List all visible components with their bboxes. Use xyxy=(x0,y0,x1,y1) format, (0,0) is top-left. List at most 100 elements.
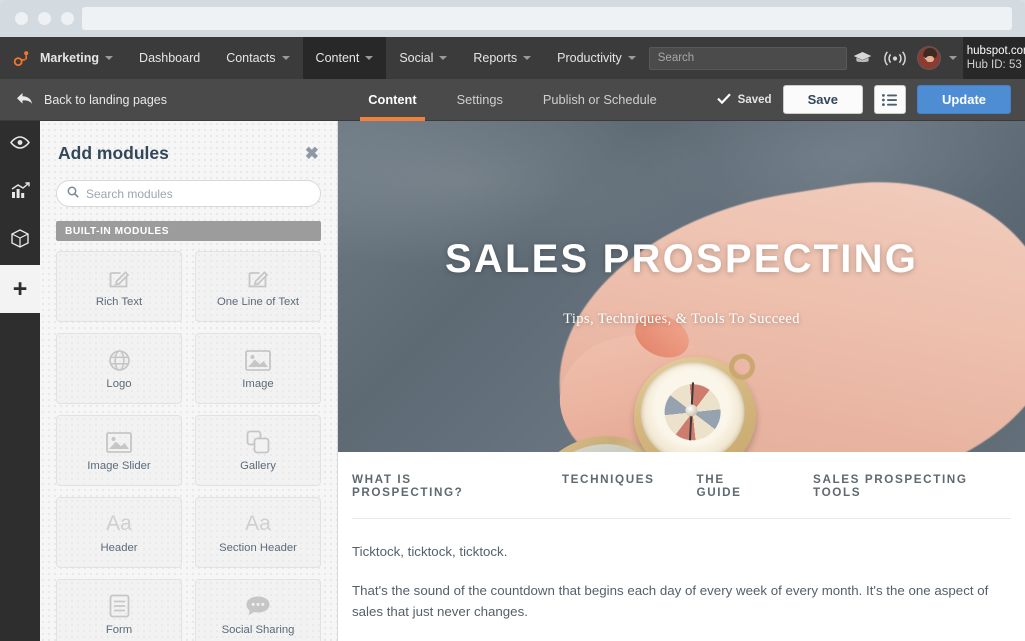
rail-item-modules[interactable] xyxy=(0,217,40,265)
module-tile-gallery[interactable]: Gallery xyxy=(195,415,321,486)
nav-item-social[interactable]: Social xyxy=(386,37,460,79)
nav-item-content[interactable]: Content xyxy=(302,37,387,79)
page-body-text[interactable]: Ticktock, ticktock, ticktock. That's the… xyxy=(338,519,1025,641)
module-label: Social Sharing xyxy=(221,623,295,636)
checkmark-icon xyxy=(716,92,731,107)
status-badge-saved: Saved xyxy=(716,92,772,107)
chevron-down-icon xyxy=(627,56,636,60)
plus-icon: + xyxy=(12,274,28,303)
tab-publish-or-schedule[interactable]: Publish or Schedule xyxy=(543,79,657,121)
tab-content[interactable]: Content xyxy=(360,79,426,121)
rail-item-add[interactable]: + xyxy=(0,265,40,313)
box-icon xyxy=(11,229,29,253)
chevron-down-icon xyxy=(523,56,532,60)
add-modules-panel: Add modules ✖ BUILT-IN MODULES Rich Text xyxy=(40,121,338,641)
search-input[interactable] xyxy=(648,46,847,70)
body-paragraph: That's the sound of the countdown that b… xyxy=(352,582,989,620)
nav-item-label: Reports xyxy=(473,51,518,65)
rail-item-preview[interactable] xyxy=(0,121,40,169)
module-label: One Line of Text xyxy=(216,295,300,308)
image-icon xyxy=(245,348,271,373)
gallery-icon xyxy=(246,430,270,455)
chevron-down-icon xyxy=(105,56,114,60)
page-nav-item-the-guide[interactable]: THE GUIDE xyxy=(697,473,772,499)
module-label: Logo xyxy=(106,377,132,390)
avatar[interactable] xyxy=(916,46,941,70)
graduation-cap-icon[interactable] xyxy=(847,37,879,79)
nav-item-marketing[interactable]: Marketing xyxy=(37,37,126,79)
minimize-dot[interactable] xyxy=(38,12,51,25)
module-label: Image Slider xyxy=(87,459,151,472)
page-title: Add modules xyxy=(58,143,169,163)
module-tile-section-header[interactable]: Aa Section Header xyxy=(195,497,321,568)
aa-text-icon: Aa xyxy=(106,512,132,535)
image-icon xyxy=(106,430,132,455)
chevron-down-icon xyxy=(365,56,374,60)
hero-text-block: SALES PROSPECTING Tips, Techniques, & To… xyxy=(338,237,1025,328)
account-hub-id: Hub ID: 53 xyxy=(966,59,1022,71)
section-header-builtin: BUILT-IN MODULES xyxy=(56,221,321,241)
pencil-square-icon xyxy=(246,266,270,291)
nav-item-contacts[interactable]: Contacts xyxy=(213,37,302,79)
hubspot-sprocket-icon[interactable] xyxy=(0,37,37,79)
update-button[interactable]: Update xyxy=(916,85,1011,114)
nav-item-label: Productivity xyxy=(557,51,622,65)
chevron-down-icon[interactable] xyxy=(948,56,957,60)
module-tile-header[interactable]: Aa Header xyxy=(56,497,182,568)
page-nav-item-sales-prospecting-tools[interactable]: SALES PROSPECTING TOOLS xyxy=(813,473,1011,499)
sub-nav-actions: Saved Save Update xyxy=(716,85,1025,114)
module-grid: Rich Text One Line of Text Logo Image Im… xyxy=(56,251,321,641)
module-tile-image-slider[interactable]: Image Slider xyxy=(56,415,182,486)
search-icon xyxy=(67,185,79,203)
module-tile-form[interactable]: Form xyxy=(56,579,182,641)
broadcast-icon[interactable] xyxy=(879,37,911,79)
module-tile-one-line-of-text[interactable]: One Line of Text xyxy=(195,251,321,322)
account-domain: hubspot.com xyxy=(966,44,1025,57)
nav-item-label: Contacts xyxy=(226,51,276,65)
chevron-down-icon xyxy=(439,56,448,60)
rail-item-analytics[interactable] xyxy=(0,169,40,217)
globe-icon xyxy=(108,348,131,373)
hero-section[interactable]: SALES PROSPECTING Tips, Techniques, & To… xyxy=(338,121,1025,452)
module-tile-rich-text[interactable]: Rich Text xyxy=(56,251,182,322)
module-tile-image[interactable]: Image xyxy=(195,333,321,404)
nav-item-label: Marketing xyxy=(40,51,100,65)
hero-title: SALES PROSPECTING xyxy=(444,237,919,281)
tab-settings[interactable]: Settings xyxy=(457,79,503,121)
list-menu-icon[interactable] xyxy=(873,85,906,114)
page-preview-canvas: SALES PROSPECTING Tips, Techniques, & To… xyxy=(338,121,1025,641)
sub-nav: Back to landing pages Content Settings P… xyxy=(0,79,1025,121)
browser-chrome xyxy=(0,0,1025,37)
nav-item-label: Social xyxy=(399,51,434,65)
nav-item-label: Dashboard xyxy=(139,51,201,65)
nav-item-productivity[interactable]: Productivity xyxy=(544,37,649,79)
save-button[interactable]: Save xyxy=(782,85,863,114)
module-label: Gallery xyxy=(240,459,276,472)
page-nav-item-techniques[interactable]: TECHNIQUES xyxy=(562,473,655,499)
url-bar[interactable] xyxy=(82,7,1012,30)
close-icon[interactable]: ✖ xyxy=(305,145,319,162)
nav-item-label: Content xyxy=(315,51,360,65)
left-icon-rail: + xyxy=(0,121,40,641)
close-dot[interactable] xyxy=(15,12,28,25)
nav-item-dashboard[interactable]: Dashboard xyxy=(126,37,213,79)
page-nav-item-what-is-prospecting[interactable]: WHAT IS PROSPECTING? xyxy=(352,473,520,499)
maximize-dot[interactable] xyxy=(61,12,74,25)
module-label: Form xyxy=(105,623,133,636)
eye-icon xyxy=(10,136,30,154)
panel-header: Add modules ✖ xyxy=(40,121,337,164)
module-tile-social-sharing[interactable]: Social Sharing xyxy=(195,579,321,641)
top-nav: Marketing Dashboard Contacts Content Soc… xyxy=(0,37,1025,79)
search-modules-input[interactable] xyxy=(86,186,310,201)
form-icon xyxy=(109,594,130,619)
module-label: Rich Text xyxy=(95,295,143,308)
account-info[interactable]: hubspot.com Hub ID: 53 xyxy=(962,37,1025,79)
page-section-nav: WHAT IS PROSPECTING? TECHNIQUES THE GUID… xyxy=(352,452,1011,519)
module-tile-logo[interactable]: Logo xyxy=(56,333,182,404)
pencil-square-icon xyxy=(107,266,131,291)
nav-item-reports[interactable]: Reports xyxy=(460,37,544,79)
chart-icon xyxy=(11,182,30,204)
module-search-wrapper[interactable] xyxy=(56,180,321,207)
chevron-down-icon xyxy=(281,56,290,60)
hero-subtitle: Tips, Techniques, & Tools To Succeed xyxy=(563,311,800,327)
